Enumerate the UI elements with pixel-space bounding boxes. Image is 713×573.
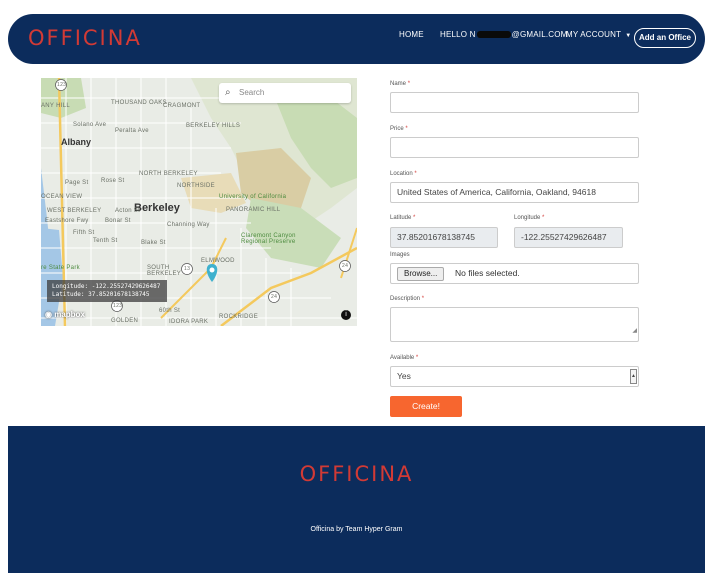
- map-label-idora-park: IDORA PARK: [169, 319, 209, 325]
- available-select[interactable]: Yes ▲: [390, 366, 639, 387]
- map-label-page-st: Page St: [65, 180, 89, 186]
- map-label-panoramic-hill: PANORAMIC HILL: [226, 207, 281, 213]
- map-label-peralta-ave: Peralta Ave: [115, 128, 149, 134]
- map-label-berkeley: Berkeley: [134, 202, 180, 214]
- caret-down-icon: ▼: [625, 33, 632, 39]
- latitude-label-text: Latitude: [390, 215, 412, 221]
- latitude-input[interactable]: 37.85201678138745: [390, 227, 498, 248]
- latitude-label: Latitude *: [390, 215, 415, 221]
- create-button[interactable]: Create!: [390, 396, 462, 417]
- location-label: Location *: [390, 171, 417, 177]
- map-label-eastshore-fwy: Eastshore Fwy: [45, 218, 89, 224]
- map-label-thousand-oaks: THOUSAND OAKS: [111, 100, 167, 106]
- greeting-suffix: @GMAIL.COM: [511, 30, 568, 39]
- map-label-cragmont: CRAGMONT: [163, 103, 201, 109]
- nav-home-link[interactable]: HOME: [399, 30, 424, 39]
- map-label-elmwood: ELMWOOD: [201, 258, 235, 264]
- nav-user-greeting[interactable]: HELLO N @GMAIL.COM: [440, 30, 568, 39]
- map-label-bonar-st: Bonar St: [105, 218, 131, 224]
- footer-credit: Officina by Team Hyper Gram: [310, 526, 403, 533]
- map-label-albany: Albany: [61, 137, 92, 147]
- longitude-readout: Longitude: -122.25527429626487: [52, 283, 161, 290]
- longitude-label: Longitude *: [514, 215, 544, 221]
- name-label: Name *: [390, 81, 410, 87]
- longitude-label-text: Longitude: [514, 215, 541, 221]
- map-label-north-berkeley: NORTH BERKELEY: [139, 171, 198, 177]
- map-label-university: University of California: [219, 194, 287, 200]
- map-label-tenth-st: Tenth St: [93, 238, 118, 244]
- required-marker: *: [414, 171, 417, 177]
- available-selected-value: Yes: [397, 371, 411, 381]
- mapbox-logo-circle-icon: ◉: [45, 310, 52, 319]
- name-input[interactable]: [390, 92, 639, 113]
- map-label-sixtieth-st: 60th St: [159, 308, 181, 314]
- map-label-acton-st: Acton St: [115, 208, 141, 214]
- location-input[interactable]: United States of America, California, Oa…: [390, 182, 639, 203]
- images-label: Images: [390, 252, 410, 258]
- price-label-text: Price: [390, 126, 404, 132]
- map-label-rockridge: ROCKRIDGE: [219, 314, 259, 320]
- map-view[interactable]: 123 13 24 24 123 ANY HILL THOUSAND OAKS …: [41, 78, 357, 326]
- map-label-rose-st: Rose St: [101, 178, 125, 184]
- location-label-text: Location: [390, 171, 413, 177]
- resize-handle-icon[interactable]: ◢: [632, 322, 637, 341]
- description-textarea[interactable]: ◢: [390, 307, 639, 342]
- map-label-northside: NORTHSIDE: [177, 183, 215, 189]
- price-input[interactable]: [390, 137, 639, 158]
- add-office-button[interactable]: Add an Office: [634, 28, 696, 48]
- route-24-shield-bottom: 24: [271, 294, 278, 300]
- map-label-any-hill: ANY HILL: [41, 103, 70, 109]
- map-label-claremont-canyon: Claremont Canyon Regional Preserve: [241, 233, 296, 245]
- my-account-label: MY ACCOUNT: [566, 30, 622, 39]
- map-label-west-berkeley: WEST BERKELEY: [47, 208, 102, 214]
- description-label: Description *: [390, 296, 424, 302]
- map-label-state-park: re State Park: [41, 265, 80, 271]
- route-123-shield-top: 123: [57, 82, 67, 88]
- images-file-input[interactable]: Browse... No files selected.: [390, 263, 639, 284]
- required-marker: *: [405, 126, 408, 132]
- available-label: Available *: [390, 355, 418, 361]
- map-search-input[interactable]: ⌕ Search: [219, 83, 351, 103]
- required-marker: *: [421, 296, 425, 302]
- browse-button[interactable]: Browse...: [397, 267, 445, 281]
- greeting-prefix: HELLO N: [440, 30, 476, 39]
- no-file-text: No files selected.: [455, 268, 520, 278]
- select-arrow-icon[interactable]: ▲: [630, 369, 637, 384]
- footer: OFFICINA Officina by Team Hyper Gram: [8, 426, 705, 573]
- nav-my-account-dropdown[interactable]: MY ACCOUNT ▼: [566, 30, 631, 39]
- map-label-ocean-view: OCEAN VIEW: [41, 194, 83, 200]
- required-marker: *: [413, 215, 416, 221]
- mapbox-logo[interactable]: ◉ mapbox: [45, 310, 85, 319]
- route-123-shield-bottom: 123: [113, 303, 123, 309]
- map-search-placeholder: Search: [239, 88, 265, 97]
- route-24-shield-right: 24: [342, 263, 349, 269]
- info-icon[interactable]: i: [341, 310, 351, 320]
- description-label-text: Description: [390, 296, 421, 302]
- search-icon: ⌕: [225, 87, 231, 98]
- price-label: Price *: [390, 126, 408, 132]
- map-label-berkeley-hills: BERKELEY HILLS: [186, 123, 241, 129]
- map-label-golden: GOLDEN: [111, 318, 139, 324]
- required-marker: *: [542, 215, 545, 221]
- brand-logo[interactable]: OFFICINA: [28, 26, 142, 50]
- coordinates-readout: Longitude: -122.25527429626487 Latitude:…: [47, 280, 167, 302]
- map-label-fifth-st: Fifth St: [73, 230, 95, 236]
- required-marker: *: [407, 81, 411, 87]
- available-label-text: Available: [390, 355, 415, 361]
- navbar: OFFICINA HOME HELLO N @GMAIL.COM MY ACCOU…: [8, 14, 705, 64]
- required-marker: *: [415, 355, 419, 361]
- latitude-readout: Latitude: 37.85201678138745: [52, 291, 150, 298]
- map-label-south-berkeley: SOUTH BERKELEY: [147, 265, 182, 277]
- map-label-blake-st: Blake St: [141, 240, 166, 246]
- mapbox-logo-text: mapbox: [54, 310, 85, 319]
- redacted-block: [476, 31, 511, 39]
- map-label-solano-ave: Solano Ave: [73, 122, 107, 128]
- map-label-channing-way: Channing Way: [167, 222, 210, 228]
- name-label-text: Name: [390, 81, 407, 87]
- footer-brand-logo: OFFICINA: [299, 462, 414, 486]
- longitude-input[interactable]: -122.25527429626487: [514, 227, 623, 248]
